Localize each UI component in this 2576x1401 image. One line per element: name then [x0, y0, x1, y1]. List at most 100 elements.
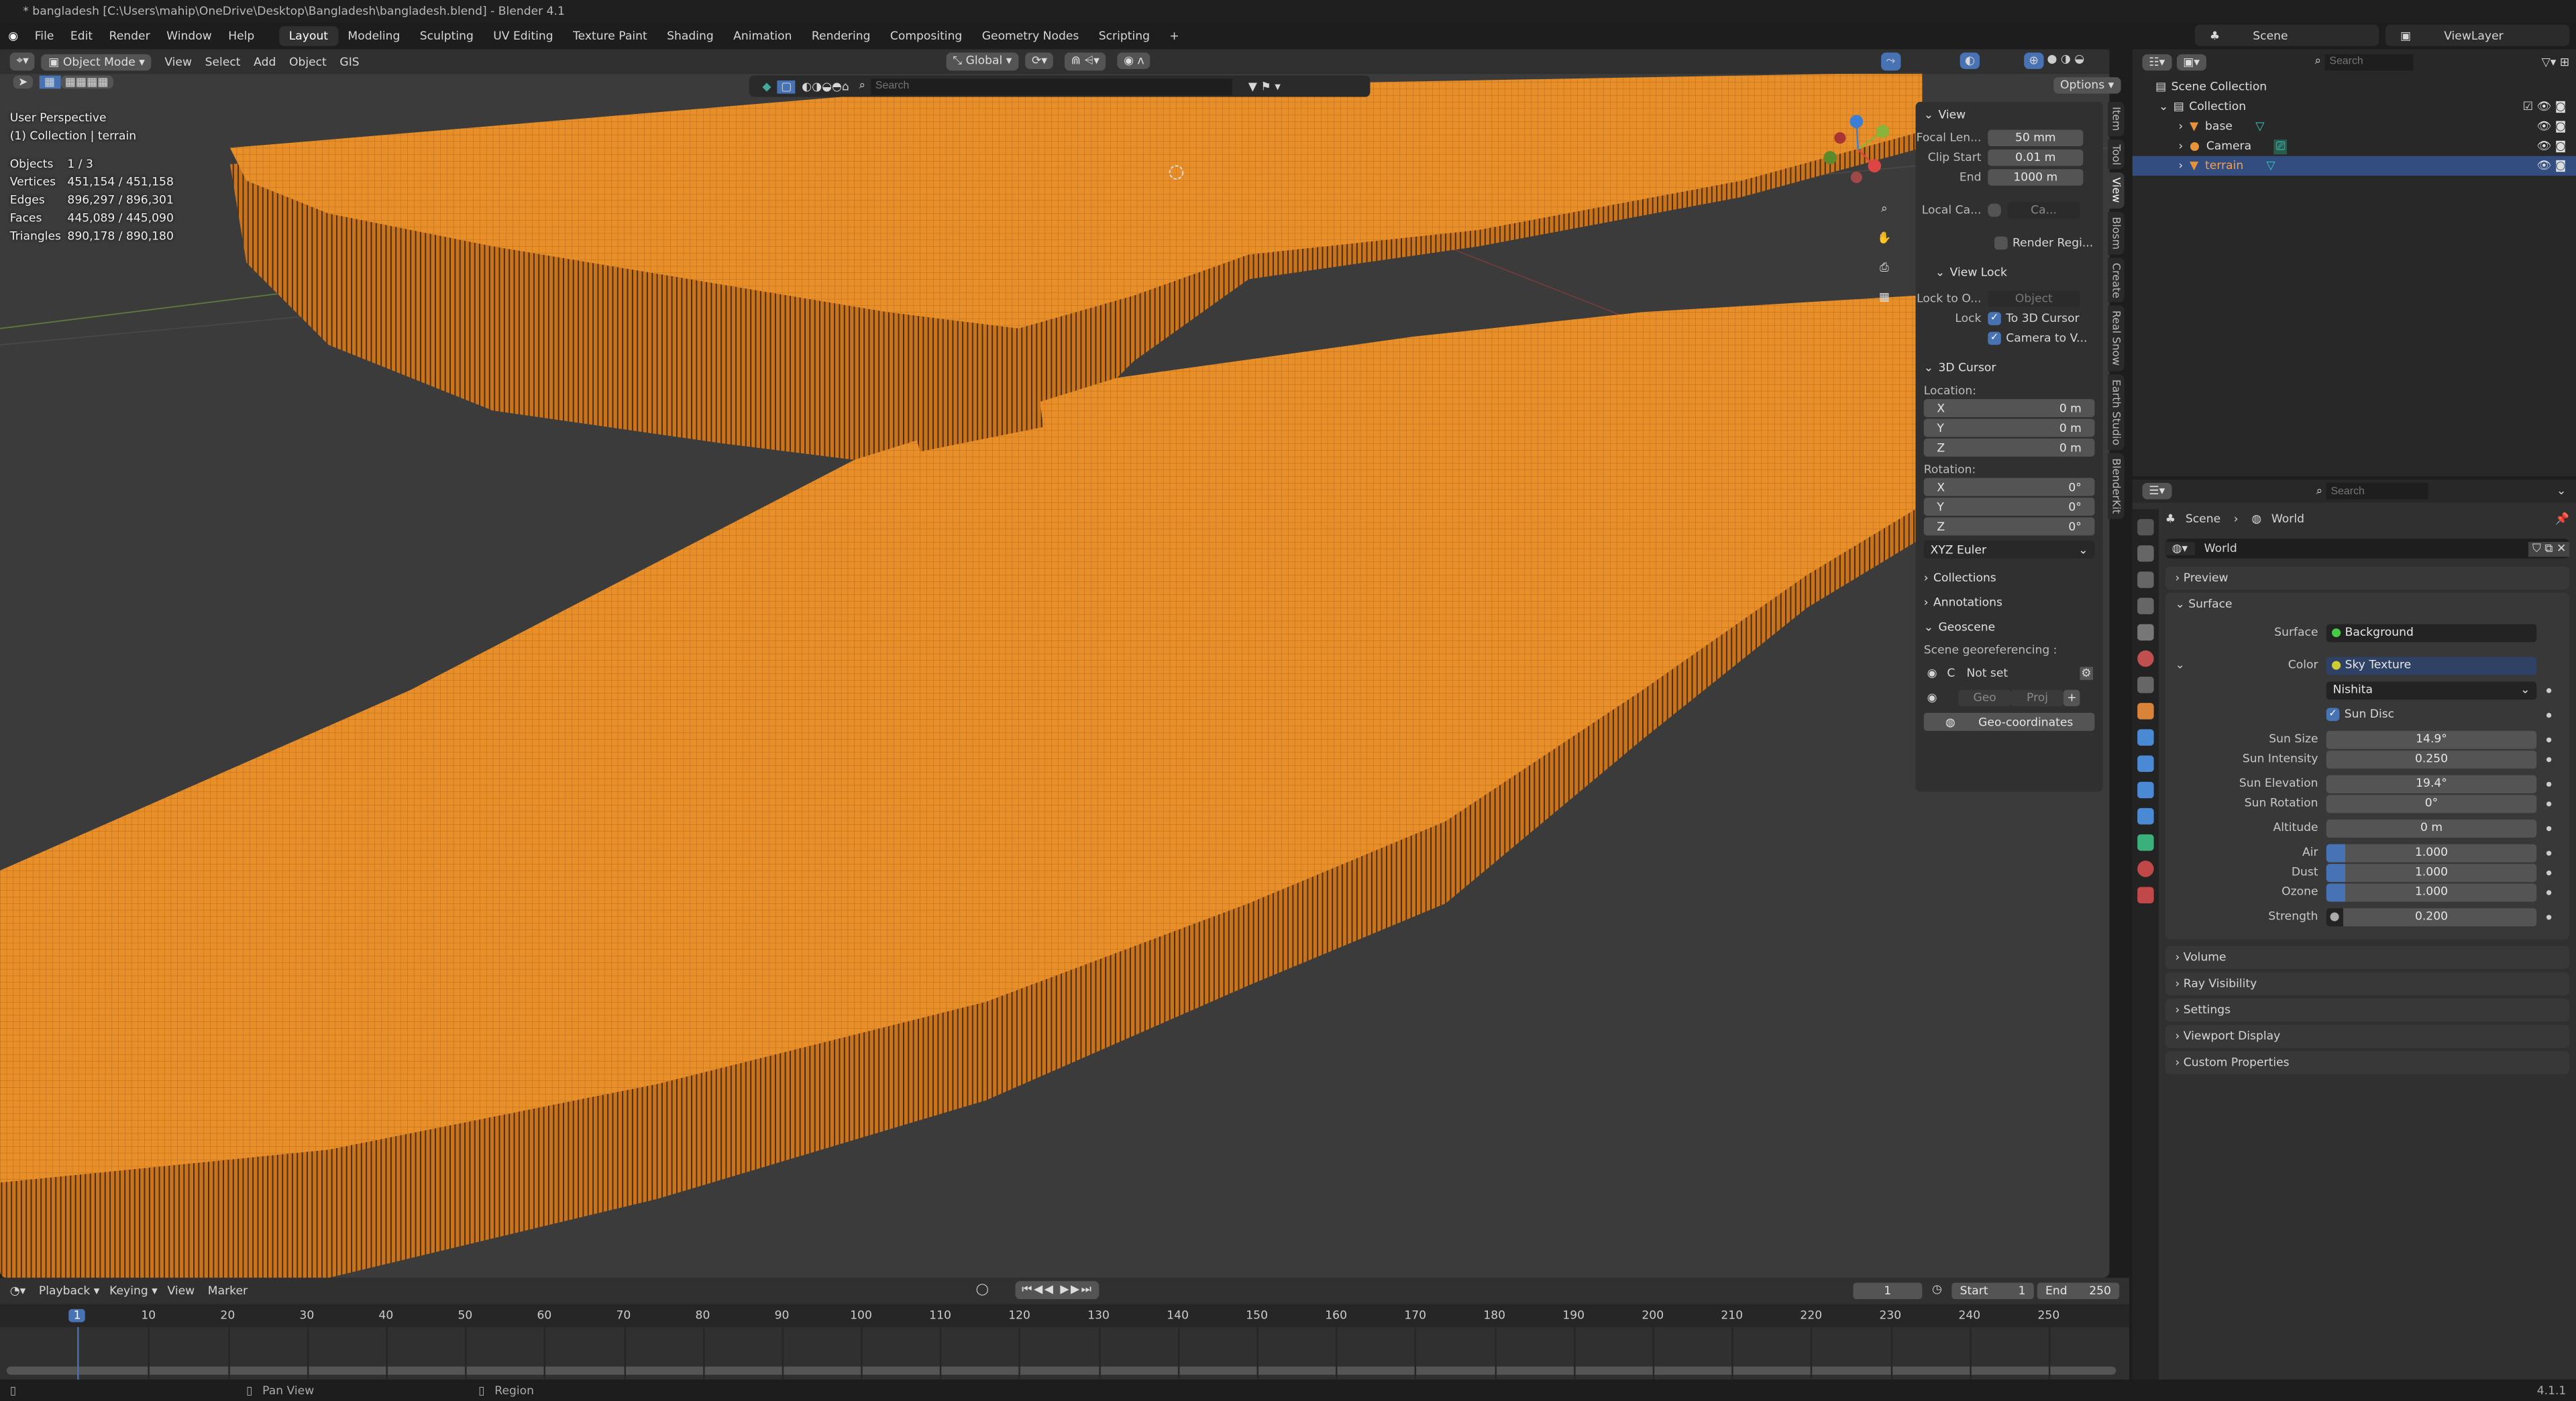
select-mode-icons[interactable]: ▦▦▦▦ — [60, 75, 113, 89]
panel-preview-header[interactable]: › Preview — [2165, 566, 2570, 590]
constraints-tab-icon[interactable] — [2137, 807, 2154, 825]
object-types-icons[interactable]: ◐◑◒◓⌂ — [802, 80, 849, 93]
panel-view-header[interactable]: ⌄ View — [1916, 105, 2103, 125]
proportional-edit-toggle[interactable]: ◉ ʌ — [1117, 52, 1151, 69]
tab-animation[interactable]: Animation — [723, 26, 802, 46]
shading-wireframe-button[interactable]: ⊕ — [2024, 52, 2044, 69]
tab-geometry-nodes[interactable]: Geometry Nodes — [972, 26, 1089, 46]
menu-window[interactable]: Window — [158, 30, 220, 43]
end-frame-field[interactable]: End 250 — [2037, 1282, 2120, 1300]
tab-create[interactable]: Create — [2108, 258, 2125, 303]
scene-selector[interactable]: ♣ Scene — [2194, 24, 2379, 46]
gizmo-toggle[interactable]: ⤳ — [1881, 52, 1900, 71]
texture-tab-icon[interactable] — [2137, 887, 2154, 903]
sun-disc-checkbox[interactable]: ✓ — [2326, 708, 2340, 722]
editor-type-button[interactable]: ⌖▾ — [9, 52, 36, 71]
panel-3d-cursor-header[interactable]: ⌄ 3D Cursor — [1916, 358, 2103, 378]
view-layer-selector[interactable]: ▣ ViewLayer — [2385, 24, 2570, 46]
render-region-checkbox[interactable] — [1994, 236, 2008, 250]
outliner-item-camera[interactable]: › ● Camera ⎚ 👁 ◙ — [2133, 136, 2576, 156]
menu-marker[interactable]: Marker — [208, 1284, 248, 1298]
local-camera-checkbox[interactable] — [1988, 203, 2001, 217]
color-input-field[interactable]: ● Sky Texture — [2326, 656, 2537, 675]
outliner-search-input[interactable] — [2324, 53, 2414, 70]
cursor-rotation-z[interactable]: Z 0° — [1923, 517, 2095, 536]
overlay-toggle[interactable]: ◐ — [1960, 52, 1980, 69]
cursor-location-z[interactable]: Z0 m — [1923, 438, 2095, 457]
frame-ruler[interactable]: 1 10 20 30 40 50 60 70 80 90 100 110 120 130 140 150 160… — [0, 1304, 2129, 1327]
collection-tab-icon[interactable] — [2137, 676, 2154, 693]
menu-edit[interactable]: Edit — [62, 30, 101, 43]
tab-scripting[interactable]: Scripting — [1089, 26, 1160, 46]
crs-radio[interactable]: ◉ — [1927, 667, 1937, 680]
transform-orientation-selector[interactable]: ⤡ Global ▾ — [946, 52, 1019, 71]
menu-view[interactable]: View — [167, 1284, 195, 1298]
data-tab-icon[interactable] — [2137, 834, 2154, 851]
focal-length-field[interactable]: 50 mm — [1988, 129, 2084, 146]
cursor-location-x[interactable]: X0 m — [1923, 399, 2095, 418]
eye-icon[interactable]: 👁 ◙ — [2536, 160, 2566, 173]
filter-icon[interactable]: ▼ ⚑ ▾ — [1248, 80, 1281, 93]
local-camera-field[interactable]: Ca... — [2007, 202, 2080, 219]
material-tab-icon[interactable] — [2137, 860, 2154, 877]
eye-icon[interactable]: 👁 ◙ — [2536, 139, 2566, 153]
sky-type-dropdown[interactable]: Nishita ⌄ — [2326, 681, 2537, 699]
navigation-gizmo[interactable] — [1817, 109, 1899, 190]
cursor-rotation-y[interactable]: Y 0° — [1923, 498, 2095, 516]
tab-tool[interactable]: Tool — [2108, 139, 2125, 170]
panel-ray-visibility-header[interactable]: › Ray Visibility — [2165, 972, 2570, 996]
panel-settings-header[interactable]: › Settings — [2165, 998, 2570, 1022]
gear-icon[interactable]: ⚙ — [2079, 667, 2094, 680]
selectability-icon[interactable]: ◆ — [762, 80, 771, 93]
panel-view-lock-header[interactable]: ⌄ View Lock — [1916, 263, 2103, 282]
3d-viewport[interactable] — [0, 49, 2110, 1278]
fake-user-shield-icon[interactable]: ⛉ ⧉ ✕ — [2529, 541, 2570, 556]
tab-modeling[interactable]: Modeling — [338, 26, 410, 46]
view-layer-tab-icon[interactable] — [2137, 598, 2154, 614]
particles-tab-icon[interactable] — [2137, 755, 2154, 773]
pin-icon[interactable]: 📌 — [2555, 512, 2569, 526]
panel-annotations-header[interactable]: › Annotations — [1916, 593, 2103, 612]
view-layer-icon[interactable]: ▣▾ — [2176, 53, 2206, 70]
clip-end-field[interactable]: 1000 m — [1988, 169, 2084, 186]
dust-slider[interactable]: 1.000 — [2326, 862, 2537, 881]
current-frame-field[interactable]: 1 — [1853, 1282, 1923, 1300]
tab-layout[interactable]: Layout — [279, 26, 338, 46]
tab-view[interactable]: View — [2108, 173, 2125, 209]
menu-select[interactable]: Select — [205, 55, 241, 68]
lock-3d-cursor-checkbox[interactable]: ✓ — [1988, 312, 2001, 325]
tab-shading[interactable]: Shading — [657, 26, 723, 46]
panel-custom-properties-header[interactable]: › Custom Properties — [2165, 1051, 2570, 1074]
world-tab-icon[interactable] — [2137, 650, 2154, 667]
outliner-item-base[interactable]: › ▼ base ▽ 👁 ◙ — [2133, 117, 2576, 136]
geo-button[interactable]: Geo — [1958, 689, 2011, 707]
add-crs-button[interactable]: + — [2063, 689, 2080, 707]
select-mode-new-icon[interactable]: ▦ — [39, 75, 60, 89]
panel-geoscene-header[interactable]: ⌄ Geoscene — [1916, 618, 2103, 637]
zoom-icon[interactable]: ⌕ — [1873, 194, 1896, 223]
tab-sculpting[interactable]: Sculpting — [410, 26, 483, 46]
rotation-mode-dropdown[interactable]: XYZ Euler ⌄ — [1923, 540, 2095, 559]
pan-hand-icon[interactable]: ✋ — [1873, 223, 1896, 253]
auto-keying-toggle[interactable]: ◯ — [976, 1283, 989, 1296]
tab-real-snow[interactable]: Real Snow — [2108, 306, 2125, 372]
start-frame-field[interactable]: Start 1 — [1951, 1282, 2034, 1300]
scene-name[interactable]: Scene — [2245, 29, 2296, 42]
cursor-location-y[interactable]: Y0 m — [1923, 418, 2095, 437]
snap-toggle[interactable]: ⋒ ⩤▾ — [1064, 52, 1106, 71]
add-workspace-button[interactable]: + — [1160, 26, 1189, 46]
world-icon[interactable]: ◍▾ — [2165, 542, 2194, 555]
camera-view-icon[interactable]: ⎙ — [1873, 253, 1896, 282]
tool-tab-icon[interactable] — [2137, 518, 2154, 536]
timeline-scrollbar[interactable] — [6, 1366, 2116, 1375]
camera-to-view-checkbox[interactable]: ✓ — [1988, 331, 2001, 345]
altitude-field[interactable]: 0 m — [2326, 818, 2537, 837]
mode-selector[interactable]: ▣ Object Mode ▾ — [42, 53, 152, 70]
tab-uv-editing[interactable]: UV Editing — [484, 26, 564, 46]
modifier-tab-icon[interactable] — [2137, 729, 2154, 746]
scene-tab-icon[interactable] — [2137, 624, 2154, 641]
sun-elevation-field[interactable]: 19.4° — [2326, 774, 2537, 793]
scene-collection-row[interactable]: ▤ Scene Collection — [2133, 77, 2576, 97]
tab-earth-studio[interactable]: Earth Studio — [2108, 374, 2125, 451]
output-tab-icon[interactable] — [2137, 571, 2154, 588]
